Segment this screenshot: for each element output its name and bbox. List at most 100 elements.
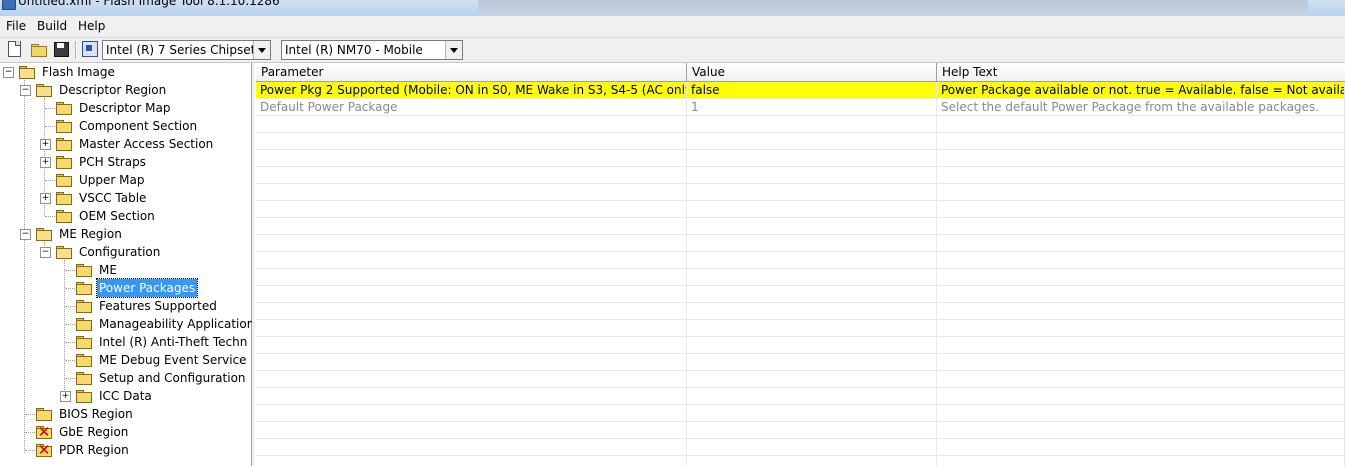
empty-cell [256,201,687,218]
platform-dropdown-value: Intel (R) NM70 - Mobile [285,43,423,57]
cell-parameter: Default Power Package [256,99,687,115]
tree-item-setup-and-configuration[interactable]: Setup and Configuration [76,369,248,387]
tree-item-label: PDR Region [59,443,129,457]
tree-item-upper-map[interactable]: Upper Map [56,171,246,189]
expand-icon[interactable]: + [40,193,51,204]
empty-cell [937,201,1345,218]
tree-item-me-region[interactable]: − ME Region [20,225,248,243]
chevron-down-icon[interactable] [445,41,462,59]
collapse-icon[interactable]: − [3,67,14,78]
expand-icon[interactable]: + [40,139,51,150]
tree-item-me[interactable]: ME [76,261,248,279]
collapse-icon[interactable]: − [20,85,31,96]
tree-item-descriptor-region[interactable]: − Descriptor Region [20,81,248,99]
tree-item-bios-region[interactable]: BIOS Region [36,405,246,423]
region-tree[interactable]: − Flash Image − Descriptor Region Descri… [0,63,254,466]
column-header-help-text[interactable]: Help Text [937,63,1345,81]
empty-cell [256,371,687,388]
cell-value[interactable]: 1 [687,99,937,115]
parameter-grid[interactable]: Parameter Value Help Text Power Pkg 2 Su… [256,63,1345,466]
folder-icon [56,102,72,115]
tree-item-power-packages[interactable]: Power Packages [76,278,248,298]
tree-item-gbe-region[interactable]: ✕ GbE Region [36,423,246,441]
collapse-icon[interactable]: − [20,229,31,240]
menu-build[interactable]: Build [36,19,68,33]
empty-cell [937,439,1345,456]
empty-row [256,354,1345,371]
empty-row [256,337,1345,354]
tree-item-label: ME [99,263,117,277]
empty-row [256,286,1345,303]
red-x-icon: ✕ [37,441,51,459]
menu-help[interactable]: Help [77,19,106,33]
tree-item-me-debug-event-service[interactable]: ME Debug Event Service [76,351,248,369]
tree-item-anti-theft[interactable]: Intel (R) Anti-Theft Technolo [76,333,248,351]
tree-item-oem-section[interactable]: OEM Section [56,207,246,225]
open-file-button[interactable] [30,41,47,57]
empty-cell [256,184,687,201]
empty-cell [687,167,937,184]
empty-cell [687,422,937,439]
menu-file[interactable]: File [5,19,27,33]
empty-row [256,252,1345,269]
chipset-dropdown[interactable]: Intel (R) 7 Series Chipset [102,40,271,60]
tree-item-pdr-region[interactable]: ✕ PDR Region [36,441,246,459]
tree-item-pch-straps[interactable]: + PCH Straps [40,153,246,171]
empty-row [256,405,1345,422]
column-header-value[interactable]: Value [687,63,937,81]
empty-row [256,439,1345,456]
empty-cell [687,184,937,201]
chevron-down-icon[interactable] [253,41,270,59]
tree-item-label: GbE Region [59,425,129,439]
empty-row [256,201,1345,218]
expand-icon[interactable]: + [40,157,51,168]
platform-dropdown[interactable]: Intel (R) NM70 - Mobile [281,40,463,60]
tree-item-flash-image[interactable]: − Flash Image [3,63,248,81]
empty-cell [256,439,687,456]
save-button[interactable] [53,41,69,57]
empty-cell [937,150,1345,167]
build-image-button[interactable] [82,41,98,57]
empty-row [256,133,1345,150]
empty-cell [937,286,1345,303]
empty-cell [937,337,1345,354]
tree-item-configuration[interactable]: − Configuration [40,243,248,261]
empty-cell [937,167,1345,184]
table-row[interactable]: Default Power Package 1 Select the defau… [256,99,1345,116]
empty-cell [937,405,1345,422]
tree-item-label: ME Debug Event Service [99,353,247,367]
empty-cell [937,371,1345,388]
folder-open-icon [36,228,52,241]
table-row[interactable]: Power Pkg 2 Supported (Mobile: ON in S0,… [256,82,1345,99]
tree-item-vscc-table[interactable]: + VSCC Table [40,189,246,207]
pane-splitter[interactable] [252,63,255,466]
cell-value[interactable]: false [687,82,937,98]
folder-icon [36,408,52,421]
folder-icon [56,192,72,205]
tree-item-descriptor-map[interactable]: Descriptor Map [56,99,246,117]
tree-item-label: Upper Map [79,173,145,187]
tree-item-label: OEM Section [79,209,155,223]
folder-icon [76,354,92,367]
collapse-icon[interactable]: − [40,247,51,258]
cell-parameter: Power Pkg 2 Supported (Mobile: ON in S0,… [256,82,687,98]
tree-item-label: Flash Image [42,65,115,79]
column-header-parameter[interactable]: Parameter [256,63,687,81]
empty-cell [687,439,937,456]
tree-item-icc-data[interactable]: + ICC Data [60,387,248,405]
title-bar: Untitled.xml - Flash Image Tool 8.1.10.1… [0,0,1345,16]
empty-row [256,150,1345,167]
folder-icon [76,282,92,295]
empty-cell [687,354,937,371]
tree-item-manageability-application[interactable]: Manageability Application [76,315,254,333]
folder-icon [76,390,92,403]
new-file-button[interactable] [6,41,22,57]
tree-item-features-supported[interactable]: Features Supported [76,297,248,315]
folder-icon [56,138,72,151]
expand-icon[interactable]: + [60,391,71,402]
tree-item-master-access-section[interactable]: + Master Access Section [40,135,246,153]
tree-item-component-section[interactable]: Component Section [56,117,246,135]
empty-cell [687,320,937,337]
empty-cell [937,456,1345,466]
empty-cell [937,354,1345,371]
